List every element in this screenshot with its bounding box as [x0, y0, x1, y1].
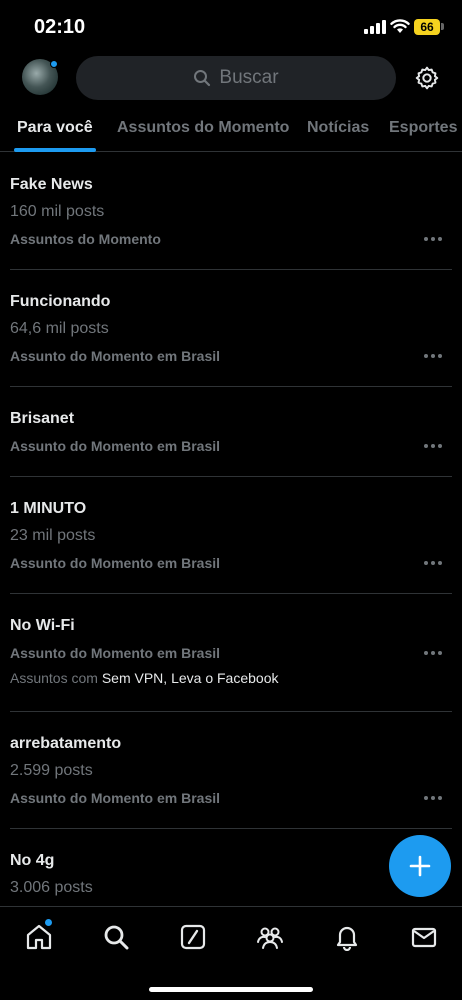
more-options-icon[interactable]: [424, 561, 442, 565]
plus-icon: [409, 855, 431, 877]
home-notification-dot: [45, 919, 52, 926]
tab-esportes[interactable]: Esportes: [389, 119, 457, 137]
tab-bar: Para você Assuntos do Momento Notícias E…: [0, 112, 462, 152]
trend-title: Brisanet: [10, 410, 75, 427]
trend-category: Assunto do Momento em Brasil: [10, 438, 221, 454]
trend-item[interactable]: Funcionando 64,6 mil posts Assunto do Mo…: [10, 270, 452, 387]
notifications-icon[interactable]: [333, 923, 361, 951]
trend-post-count: 160 mil posts: [10, 203, 105, 220]
trend-title: Funcionando: [10, 293, 111, 310]
trend-title: No Wi-Fi: [10, 617, 75, 634]
related-topics-prefix: Assuntos com: [10, 670, 98, 686]
wifi-icon: [390, 19, 410, 33]
trend-post-count: 64,6 mil posts: [10, 320, 109, 337]
related-topics-list: Sem VPN, Leva o Facebook: [101, 670, 279, 686]
bottom-nav: [0, 906, 462, 1000]
gear-icon[interactable]: [414, 65, 440, 91]
trend-item[interactable]: arrebatamento 2.599 posts Assunto do Mom…: [10, 712, 452, 829]
active-tab-indicator: [14, 148, 96, 152]
tab-noticias[interactable]: Notícias: [307, 119, 369, 137]
search-icon: [194, 70, 211, 87]
more-options-icon[interactable]: [424, 796, 442, 800]
more-options-icon[interactable]: [424, 651, 442, 655]
more-options-icon[interactable]: [424, 237, 442, 241]
battery-tip: [441, 23, 444, 30]
home-indicator: [149, 987, 313, 992]
communities-icon[interactable]: [256, 923, 284, 951]
trend-title: arrebatamento: [10, 735, 122, 752]
trend-category: Assunto do Momento em Brasil: [10, 348, 221, 364]
trend-item[interactable]: 1 MINUTO 23 mil posts Assunto do Momento…: [10, 477, 452, 594]
home-icon[interactable]: [25, 923, 53, 951]
tab-assuntos-do-momento[interactable]: Assuntos do Momento: [117, 119, 289, 137]
notification-dot: [50, 60, 58, 68]
trend-title: 1 MINUTO: [10, 500, 87, 517]
trend-category: Assunto do Momento em Brasil: [10, 790, 221, 806]
trend-post-count: 3.006 posts: [10, 879, 93, 896]
trend-item[interactable]: Fake News 160 mil posts Assuntos do Mome…: [10, 153, 452, 270]
search-input[interactable]: Buscar: [76, 56, 396, 100]
compose-post-button[interactable]: [389, 835, 451, 897]
search-placeholder: Buscar: [219, 67, 279, 88]
cellular-signal-icon: [364, 20, 386, 34]
search-icon[interactable]: [102, 923, 130, 951]
status-time: 02:10: [34, 16, 86, 38]
top-bar: Buscar: [0, 50, 462, 110]
trend-post-count: 2.599 posts: [10, 762, 93, 779]
trend-category: Assunto do Momento em Brasil: [10, 555, 221, 571]
trend-title: No 4g: [10, 852, 55, 869]
trend-item[interactable]: Brisanet Assunto do Momento em Brasil: [10, 387, 452, 477]
trends-list: Fake News 160 mil posts Assuntos do Mome…: [0, 153, 462, 909]
grok-icon[interactable]: [179, 923, 207, 951]
status-bar: 02:10 66: [0, 0, 462, 50]
trend-title: Fake News: [10, 176, 93, 193]
tab-para-voce[interactable]: Para você: [17, 119, 93, 137]
messages-icon[interactable]: [410, 923, 438, 951]
battery-indicator: 66: [414, 19, 440, 35]
more-options-icon[interactable]: [424, 444, 442, 448]
trend-item[interactable]: No Wi-Fi Assunto do Momento em Brasil As…: [10, 594, 452, 712]
trend-category: Assuntos do Momento: [10, 231, 161, 247]
trend-category: Assunto do Momento em Brasil: [10, 645, 221, 661]
trend-item[interactable]: No 4g 3.006 posts: [10, 829, 452, 909]
trend-related-topics: Assuntos com Sem VPN, Leva o Facebook: [10, 669, 278, 687]
trend-post-count: 23 mil posts: [10, 527, 96, 544]
more-options-icon[interactable]: [424, 354, 442, 358]
